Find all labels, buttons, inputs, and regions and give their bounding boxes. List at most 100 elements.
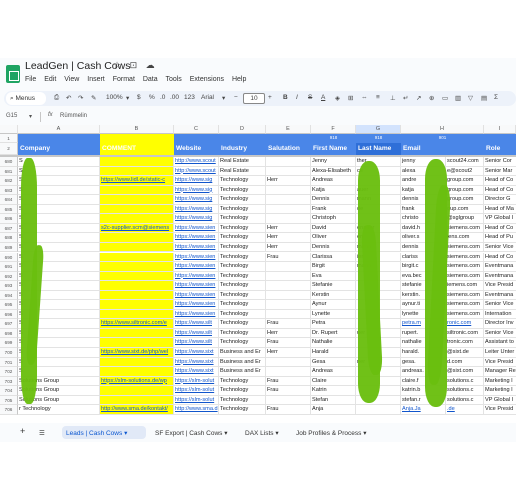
cell-c[interactable]: https://slm-solut [174, 376, 219, 387]
cell-e[interactable]: Frau [266, 376, 311, 387]
column-header-c[interactable]: C [174, 125, 219, 134]
menu-file[interactable]: File [25, 76, 36, 83]
cell-h2[interactable]: e@scout2 [446, 166, 484, 177]
cell-i[interactable]: Head of Ma [484, 205, 516, 215]
cell-i[interactable]: Leiter Unter [484, 348, 516, 358]
cell-h[interactable]: Anja.Ja [401, 405, 446, 415]
filter-icon[interactable]: ▽ [468, 94, 473, 102]
row-number[interactable]: 1 [0, 134, 18, 143]
cell-d[interactable]: Technology [219, 252, 266, 263]
cell-i[interactable]: Senior Vice [484, 329, 516, 339]
cell-d[interactable]: Technology [219, 405, 266, 415]
search-menus-button[interactable]: ⌕ Menus [6, 92, 46, 105]
cell-f[interactable]: Claire [311, 376, 356, 387]
cell-c[interactable]: https://www.silt [174, 328, 219, 339]
cell-d[interactable]: Technology [219, 319, 266, 329]
cell-h2[interactable]: @sixt.com [446, 367, 484, 377]
menu-data[interactable]: Data [143, 76, 158, 83]
cell-e[interactable] [266, 166, 311, 177]
menu-view[interactable]: View [64, 76, 79, 83]
cell-b[interactable] [100, 300, 174, 310]
cell-b[interactable] [100, 281, 174, 291]
row-number[interactable]: 685 [0, 204, 18, 215]
increase-decimals-button[interactable]: .00 [170, 94, 179, 101]
undo-icon[interactable]: ↶ [66, 94, 71, 102]
cell-e[interactable] [266, 290, 311, 301]
row-number[interactable]: 681 [0, 166, 18, 177]
fill-color-icon[interactable]: ◈ [335, 94, 340, 102]
cell-b[interactable] [100, 204, 174, 215]
cell-h2[interactable]: siemens.com [446, 262, 484, 272]
cell-i[interactable]: Head of Co [484, 253, 516, 263]
cell-i[interactable]: VP Global I [484, 396, 516, 406]
cell-e[interactable] [266, 204, 311, 215]
cell-f[interactable]: Kerstin [311, 290, 356, 301]
column-header-g[interactable]: G [356, 125, 401, 134]
percent-format-button[interactable]: % [149, 94, 155, 101]
cell-i[interactable]: Director Inv [484, 319, 516, 329]
cell-f[interactable]: Clarissa [311, 252, 356, 263]
tab-leads-cash-cows[interactable]: Leads | Cash Cows ▾ [62, 426, 146, 439]
cell-i[interactable]: Head of Co [484, 176, 516, 186]
redo-icon[interactable]: ↷ [78, 94, 83, 102]
row-number[interactable]: 703 [0, 376, 18, 387]
cell-f[interactable]: Stefan [311, 395, 356, 406]
row-number[interactable]: 687 [0, 223, 18, 234]
header-first-name[interactable]: First Name [311, 145, 356, 152]
row-number[interactable]: 700 [0, 348, 18, 358]
spreadsheet-grid[interactable]: A B C D E F G H I 1 918 918 901 2 Compan… [0, 125, 516, 423]
cell-f[interactable]: Frank [311, 204, 356, 215]
cell-d[interactable]: Technology [219, 395, 266, 406]
cell-c[interactable]: https://www.sig [174, 195, 219, 205]
cell-c[interactable]: https://www.sien [174, 271, 219, 282]
cell-d[interactable]: Technology [219, 271, 266, 282]
cell-d[interactable]: Technology [219, 214, 266, 224]
cell-f[interactable]: David [311, 223, 356, 234]
cell-i[interactable]: Vice Presid [484, 358, 516, 368]
menu-extensions[interactable]: Extensions [190, 76, 224, 83]
menu-insert[interactable]: Insert [87, 76, 105, 83]
row-number[interactable]: 698 [0, 328, 18, 339]
column-header-a[interactable]: A [18, 125, 100, 134]
row-number[interactable]: 702 [0, 367, 18, 377]
bold-button[interactable]: B [283, 94, 288, 101]
cell-f[interactable]: Dennis [311, 242, 356, 253]
cell-d[interactable]: Technology [219, 300, 266, 310]
column-header-h[interactable]: H [401, 125, 484, 134]
cell-c[interactable]: https://www.sig [174, 204, 219, 215]
cell-d[interactable]: Technology [219, 386, 266, 396]
font-select[interactable]: Arial [201, 94, 214, 101]
column-header-i[interactable]: I [484, 125, 516, 134]
cell-d[interactable]: Technology [219, 309, 266, 320]
star-move-cloud-icons[interactable]: ☆ ⊡ ☁ [113, 60, 158, 71]
cell-h2[interactable]: siemens.com [446, 290, 484, 301]
cell-i[interactable]: Senior Mar [484, 167, 516, 177]
all-sheets-button[interactable]: ☰ [39, 429, 45, 437]
cell-e[interactable] [266, 214, 311, 224]
cell-f[interactable]: Petra [311, 319, 356, 329]
sheets-logo-icon[interactable] [6, 65, 20, 83]
cell-h2[interactable]: @sglgroup [446, 214, 484, 224]
cell-i[interactable]: Senior Vice [484, 300, 516, 310]
cell-f[interactable]: Jenny [311, 157, 356, 167]
cell-b[interactable] [100, 309, 174, 320]
cell-h2[interactable]: siemens.com [446, 300, 484, 310]
header-email[interactable]: Email [401, 145, 484, 152]
cell-f[interactable]: Christoph [311, 214, 356, 224]
cell-c[interactable]: http://www.sma.d [174, 405, 219, 415]
cell-e[interactable]: Herr [266, 223, 311, 234]
cell-c[interactable]: https://www.sien [174, 252, 219, 263]
cell-c[interactable]: https://www.sien [174, 223, 219, 234]
cell-h2[interactable]: .de [446, 405, 484, 415]
strikethrough-button[interactable]: S [308, 94, 312, 101]
cell-i[interactable]: Manager Re [484, 367, 516, 377]
row-number[interactable]: 695 [0, 300, 18, 310]
cell-d[interactable]: Business and Er [219, 367, 266, 377]
font-size-input[interactable]: 10 [243, 93, 265, 104]
cell-e[interactable]: Frau [266, 405, 311, 415]
cell-i[interactable]: Vice Presid [484, 405, 516, 415]
cell-b[interactable]: https://www.lidl.de/static-c [100, 176, 174, 186]
cell-d[interactable]: Technology [219, 176, 266, 186]
row-number[interactable]: 690 [0, 252, 18, 263]
column-header-e[interactable]: E [266, 125, 311, 134]
